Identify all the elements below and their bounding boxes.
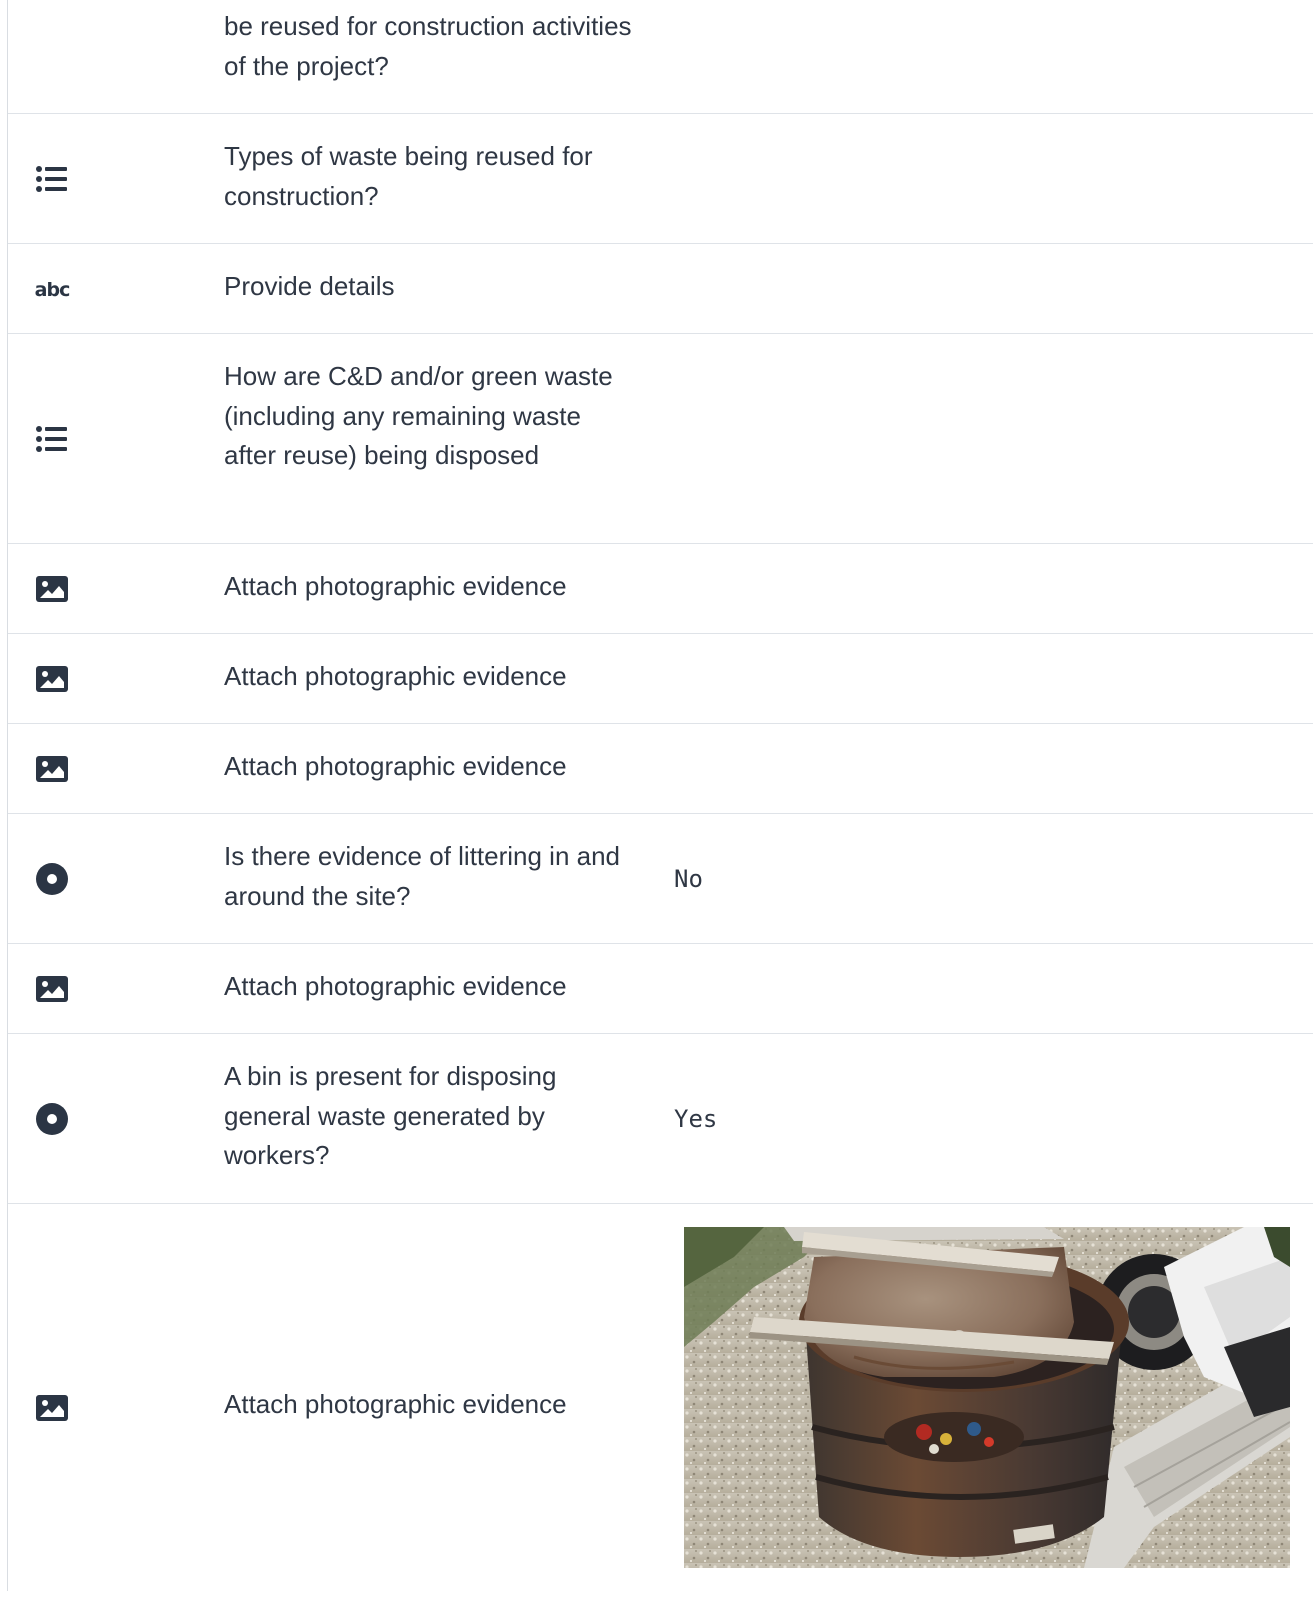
question-text: be reused for construction activities of… [224, 11, 632, 81]
rusty-waste-bin-photo[interactable] [684, 1227, 1290, 1568]
table-row: abc Provide details [8, 244, 1313, 334]
question-table: be reused for construction activities of… [8, 0, 1313, 1604]
question-text: Is there evidence of littering in and ar… [224, 841, 621, 911]
table-row: Attach photographic evidence [8, 544, 1313, 634]
image-icon [35, 752, 69, 786]
question-text: Provide details [224, 271, 395, 301]
question-text: Attach photographic evidence [224, 661, 567, 691]
question-text: A bin is present for disposing general w… [224, 1061, 557, 1170]
radio-icon [35, 1102, 69, 1136]
answer-value: No [674, 865, 703, 893]
list-icon [35, 422, 69, 456]
table-row: Attach photographic evidence [8, 944, 1313, 1034]
table-row: A bin is present for disposing general w… [8, 1034, 1313, 1204]
table-row: Is there evidence of littering in and ar… [8, 814, 1313, 944]
image-icon [35, 662, 69, 696]
table-row: Attach photographic evidence [8, 634, 1313, 724]
table-row: How are C&D and/or green waste (includin… [8, 334, 1313, 544]
question-text: How are C&D and/or green waste (includin… [224, 361, 613, 470]
table-row: Attach photographic evidence [8, 1204, 1313, 1604]
question-text: Types of waste being reused for construc… [224, 141, 593, 211]
question-text: Attach photographic evidence [224, 971, 567, 1001]
question-text: Attach photographic evidence [224, 1389, 567, 1419]
table-row: Attach photographic evidence [8, 724, 1313, 814]
image-icon [35, 1391, 69, 1425]
table-row: be reused for construction activities of… [8, 0, 1313, 114]
table-row: Types of waste being reused for construc… [8, 114, 1313, 244]
image-icon [35, 572, 69, 606]
question-text: Attach photographic evidence [224, 751, 567, 781]
abc-text-icon: abc [34, 279, 71, 301]
question-text: Attach photographic evidence [224, 571, 567, 601]
image-icon [35, 972, 69, 1006]
answer-value: Yes [674, 1105, 718, 1133]
radio-icon [35, 862, 69, 896]
list-icon [35, 162, 69, 196]
